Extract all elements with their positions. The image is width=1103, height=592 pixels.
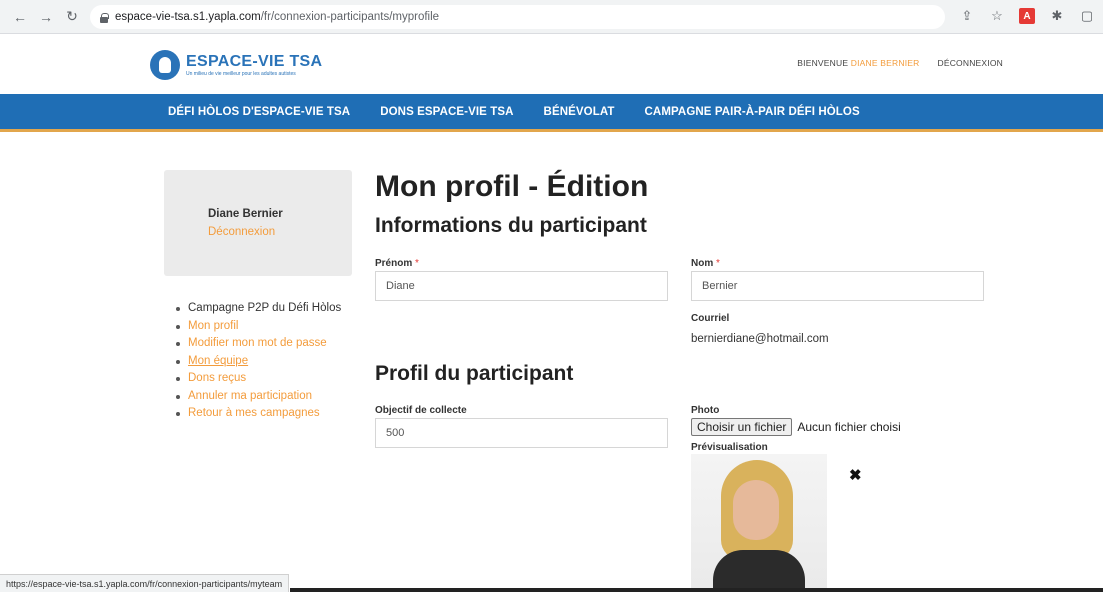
- profile-logout-link[interactable]: Déconnexion: [208, 226, 275, 238]
- required-mark: *: [415, 258, 419, 269]
- preview-label: Prévisualisation: [691, 442, 768, 453]
- address-bar[interactable]: espace-vie-tsa.s1.yapla.com/fr/connexion…: [90, 5, 945, 29]
- objectif-label: Objectif de collecte: [375, 405, 467, 416]
- url-host: espace-vie-tsa.s1.yapla.com: [115, 11, 261, 23]
- url-path: /fr/connexion-participants/myprofile: [260, 11, 440, 23]
- sidebar-item-retour[interactable]: Retour à mes campagnes: [176, 405, 341, 423]
- profile-card: Diane Bernier Déconnexion: [164, 170, 352, 276]
- reload-icon[interactable]: ↻: [62, 7, 82, 27]
- welcome-user-name: DIANE BERNIER: [850, 58, 920, 68]
- nav-item-defi-holos[interactable]: DÉFI HÒLOS D'ESPACE-VIE TSA: [168, 106, 350, 118]
- site-header: ESPACE-VIE TSA Un milieu de vie meilleur…: [0, 34, 1103, 94]
- pdf-extension-icon[interactable]: A: [1019, 8, 1035, 24]
- share-icon[interactable]: ⇪: [959, 8, 975, 24]
- status-bar-url: https://espace-vie-tsa.s1.yapla.com/fr/c…: [0, 574, 290, 592]
- sidebar-item-annuler[interactable]: Annuler ma participation: [176, 388, 341, 406]
- photo-label: Photo: [691, 405, 720, 416]
- forward-arrow-icon[interactable]: →: [36, 7, 56, 27]
- sidebar-item-mon-profil[interactable]: Mon profil: [176, 318, 341, 336]
- sidebar-item-dons-recus[interactable]: Dons reçus: [176, 370, 341, 388]
- star-icon[interactable]: ☆: [989, 8, 1005, 24]
- top-links: BIENVENUE DIANE BERNIER DÉCONNEXION: [797, 58, 1003, 68]
- site-logo[interactable]: ESPACE-VIE TSA Un milieu de vie meilleur…: [150, 50, 322, 80]
- courriel-label: Courriel: [691, 313, 730, 324]
- extension-area: ⇪ ☆ A ✱ ▢: [959, 8, 1095, 24]
- browser-toolbar: ← → ↻ espace-vie-tsa.s1.yapla.com/fr/con…: [0, 0, 1103, 34]
- section-title-informations: Informations du participant: [375, 214, 647, 237]
- prenom-field[interactable]: Diane: [375, 271, 668, 301]
- file-status: Aucun fichier choisi: [797, 420, 901, 434]
- nav-item-benevolat[interactable]: BÉNÉVOLAT: [544, 106, 615, 118]
- sidebar-menu: Campagne P2P du Défi Hòlos Mon profil Mo…: [176, 300, 341, 423]
- logo-title: ESPACE-VIE TSA: [186, 53, 323, 70]
- objectif-field[interactable]: 500: [375, 418, 668, 448]
- prenom-label: Prénom *: [375, 258, 419, 269]
- page-title: Mon profil - Édition: [375, 170, 649, 203]
- courriel-value: bernierdiane@hotmail.com: [691, 333, 829, 345]
- profile-photo-preview: [691, 454, 827, 588]
- back-arrow-icon[interactable]: ←: [10, 7, 30, 27]
- puzzle-icon[interactable]: ✱: [1049, 8, 1065, 24]
- sidebar-toggle-icon[interactable]: ▢: [1079, 8, 1095, 24]
- lock-icon: [100, 12, 109, 23]
- welcome-text: BIENVENUE DIANE BERNIER: [797, 58, 920, 68]
- bottom-bar: [290, 588, 1103, 592]
- choose-file-button[interactable]: Choisir un fichier: [691, 418, 793, 436]
- nom-field[interactable]: Bernier: [691, 271, 984, 301]
- logo-tagline: Un milieu de vie meilleur pour les adult…: [186, 71, 296, 77]
- profile-name: Diane Bernier: [208, 208, 283, 220]
- nom-label: Nom *: [691, 258, 720, 269]
- header-logout-link[interactable]: DÉCONNEXION: [938, 58, 1004, 68]
- sidebar-item-mot-de-passe[interactable]: Modifier mon mot de passe: [176, 335, 341, 353]
- nav-item-dons[interactable]: DONS ESPACE-VIE TSA: [380, 106, 513, 118]
- required-mark: *: [716, 258, 720, 269]
- sidebar-item-mon-equipe[interactable]: Mon équipe: [176, 353, 341, 371]
- sidebar-item-campagne[interactable]: Campagne P2P du Défi Hòlos: [176, 300, 341, 318]
- section-title-profil: Profil du participant: [375, 362, 574, 385]
- logo-icon: [150, 50, 180, 80]
- photo-file-input: Choisir un fichier Aucun fichier choisi: [691, 418, 901, 436]
- nav-item-campagne-p2p[interactable]: CAMPAGNE PAIR-À-PAIR DÉFI HÒLOS: [645, 106, 860, 118]
- remove-photo-icon[interactable]: ✖: [849, 466, 862, 484]
- main-nav: DÉFI HÒLOS D'ESPACE-VIE TSA DONS ESPACE-…: [0, 94, 1103, 132]
